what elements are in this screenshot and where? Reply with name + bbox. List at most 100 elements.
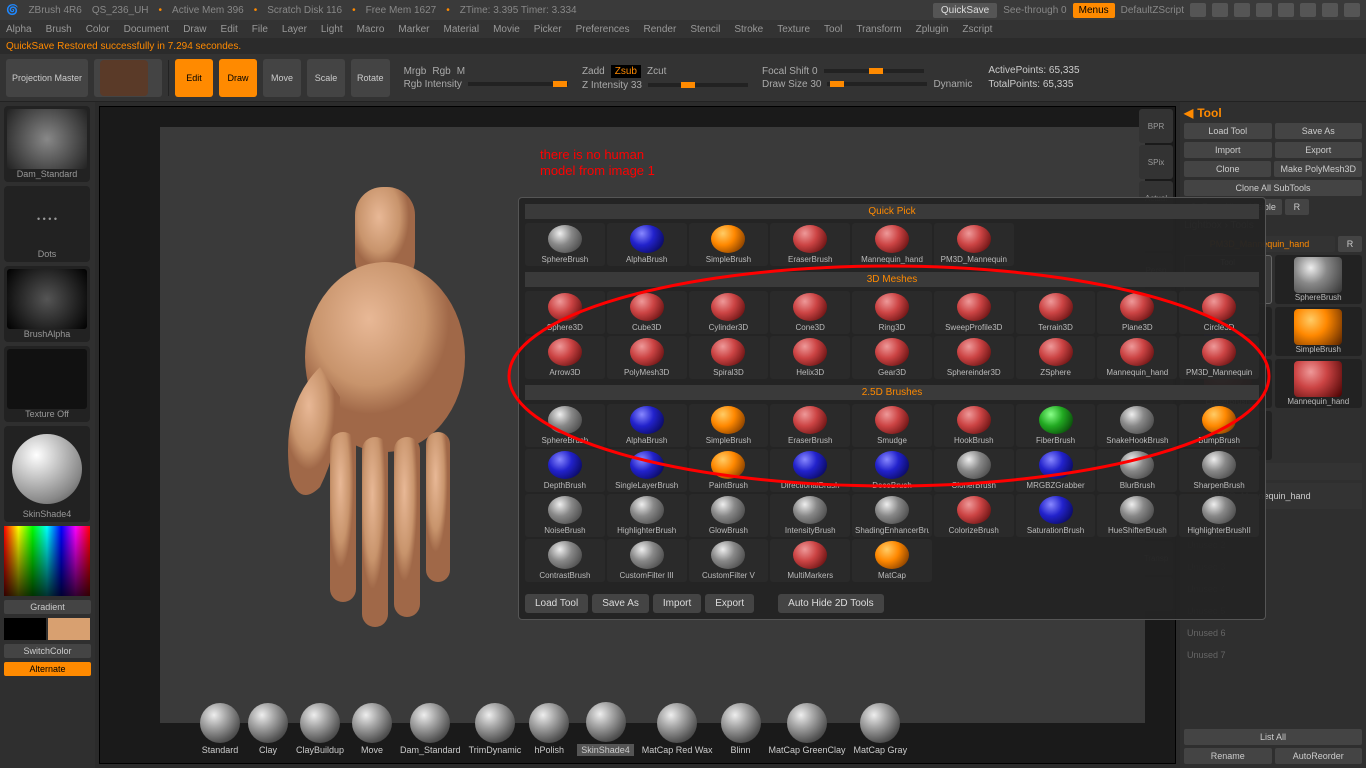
tool-MRGBZGrabber[interactable]: MRGBZGrabber: [1016, 449, 1096, 492]
zadd-toggle[interactable]: Zadd: [582, 66, 605, 77]
focal-shift-slider[interactable]: [824, 69, 924, 73]
tool-Helix3D[interactable]: Helix3D: [770, 336, 850, 379]
move-button[interactable]: Move: [263, 59, 301, 97]
tool-IntensityBrush[interactable]: IntensityBrush: [770, 494, 850, 537]
material-MatCap Red Wax[interactable]: MatCap Red Wax: [642, 703, 713, 755]
popup-import-button[interactable]: Import: [653, 594, 701, 613]
z-intensity-slider[interactable]: [648, 83, 748, 87]
tool-GlowBrush[interactable]: GlowBrush: [689, 494, 769, 537]
menu-transform[interactable]: Transform: [856, 24, 901, 35]
tool-Mannequin_hand[interactable]: Mannequin_hand: [1097, 336, 1177, 379]
material-hPolish[interactable]: hPolish: [529, 703, 569, 755]
tool-SharpenBrush[interactable]: SharpenBrush: [1179, 449, 1259, 492]
win-icon-2[interactable]: [1212, 3, 1228, 17]
menu-texture[interactable]: Texture: [777, 24, 810, 35]
rp-cloneall-button[interactable]: Clone All SubTools: [1184, 180, 1362, 196]
tool-PaintBrush[interactable]: PaintBrush: [689, 449, 769, 492]
tool-Cylinder3D[interactable]: Cylinder3D: [689, 291, 769, 334]
win-icon-1[interactable]: [1190, 3, 1206, 17]
projection-master-button[interactable]: Projection Master: [6, 59, 88, 97]
tool-Plane3D[interactable]: Plane3D: [1097, 291, 1177, 334]
alternate-button[interactable]: Alternate: [4, 662, 91, 676]
tool-CustomFilter V[interactable]: CustomFilter V: [689, 539, 769, 582]
tool-MatCap[interactable]: MatCap: [852, 539, 932, 582]
tool-PM3D_Mannequin[interactable]: PM3D_Mannequin: [934, 223, 1014, 266]
win-icon-4[interactable]: [1256, 3, 1272, 17]
menu-layer[interactable]: Layer: [282, 24, 307, 35]
material-Standard[interactable]: Standard: [200, 703, 240, 755]
tool-HighlighterBrush[interactable]: HighlighterBrush: [607, 494, 687, 537]
tool-SnakeHookBrush[interactable]: SnakeHookBrush: [1097, 404, 1177, 447]
tool-MultiMarkers[interactable]: MultiMarkers: [770, 539, 850, 582]
tool-ClonerBrush[interactable]: ClonerBrush: [934, 449, 1014, 492]
tool-SingleLayerBrush[interactable]: SingleLayerBrush: [607, 449, 687, 492]
menu-macro[interactable]: Macro: [357, 24, 385, 35]
menus-toggle[interactable]: Menus: [1073, 3, 1115, 18]
rgb-intensity-slider[interactable]: [468, 82, 568, 86]
tool-CustomFilter III[interactable]: CustomFilter III: [607, 539, 687, 582]
tool-Mannequin_hand[interactable]: Mannequin_hand: [852, 223, 932, 266]
m-toggle[interactable]: M: [457, 66, 465, 77]
tool-HueShifterBrush[interactable]: HueShifterBrush: [1097, 494, 1177, 537]
close-icon[interactable]: [1344, 3, 1360, 17]
tool-AlphaBrush[interactable]: AlphaBrush: [607, 404, 687, 447]
tool-Sphereinder3D[interactable]: Sphereinder3D: [934, 336, 1014, 379]
material-Clay[interactable]: Clay: [248, 703, 288, 755]
material-thumb[interactable]: SkinShade4: [4, 426, 90, 522]
tool-Terrain3D[interactable]: Terrain3D: [1016, 291, 1096, 334]
tool-BumpBrush[interactable]: BumpBrush: [1179, 404, 1259, 447]
material-Blinn[interactable]: Blinn: [721, 703, 761, 755]
material-Dam_Standard[interactable]: Dam_Standard: [400, 703, 461, 755]
tool-HookBrush[interactable]: HookBrush: [934, 404, 1014, 447]
material-Move[interactable]: Move: [352, 703, 392, 755]
material-SkinShade4[interactable]: SkinShade4: [577, 702, 634, 756]
tool-DecoBrush[interactable]: DecoBrush: [852, 449, 932, 492]
scale-button[interactable]: Scale: [307, 59, 345, 97]
zsub-toggle[interactable]: Zsub: [611, 65, 641, 78]
popup-load-button[interactable]: Load Tool: [525, 594, 588, 613]
menu-edit[interactable]: Edit: [221, 24, 238, 35]
menu-tool[interactable]: Tool: [824, 24, 842, 35]
rp-export-button[interactable]: Export: [1275, 142, 1363, 158]
color-secondary[interactable]: [48, 618, 90, 640]
tool-SimpleBrush[interactable]: SimpleBrush: [689, 404, 769, 447]
menu-picker[interactable]: Picker: [534, 24, 562, 35]
tool-Ring3D[interactable]: Ring3D: [852, 291, 932, 334]
tool-AlphaBrush[interactable]: AlphaBrush: [607, 223, 687, 266]
texture-thumb[interactable]: Texture Off: [4, 346, 90, 422]
material-MatCap GreenClay[interactable]: MatCap GreenClay: [769, 703, 846, 755]
tool-Arrow3D[interactable]: Arrow3D: [525, 336, 605, 379]
tool-ContrastBrush[interactable]: ContrastBrush: [525, 539, 605, 582]
menu-zplugin[interactable]: Zplugin: [916, 24, 949, 35]
material-ClayBuildup[interactable]: ClayBuildup: [296, 703, 344, 755]
menu-alpha[interactable]: Alpha: [6, 24, 32, 35]
canvas-strip-BPR[interactable]: BPR: [1139, 109, 1173, 143]
rp-tool-SimpleBrush[interactable]: SimpleBrush: [1275, 307, 1363, 356]
menu-stencil[interactable]: Stencil: [690, 24, 720, 35]
canvas[interactable]: there is no human model from image 1 BPR…: [99, 106, 1176, 764]
tool-SphereBrush[interactable]: SphereBrush: [525, 404, 605, 447]
menu-file[interactable]: File: [252, 24, 268, 35]
tool-Cone3D[interactable]: Cone3D: [770, 291, 850, 334]
maximize-icon[interactable]: [1322, 3, 1338, 17]
popup-export-button[interactable]: Export: [705, 594, 754, 613]
tool-EraserBrush[interactable]: EraserBrush: [770, 404, 850, 447]
win-icon-3[interactable]: [1234, 3, 1250, 17]
rgb-toggle[interactable]: Rgb: [432, 66, 450, 77]
tool-Spiral3D[interactable]: Spiral3D: [689, 336, 769, 379]
tool-Cube3D[interactable]: Cube3D: [607, 291, 687, 334]
tool-FiberBrush[interactable]: FiberBrush: [1016, 404, 1096, 447]
rp-import-button[interactable]: Import: [1184, 142, 1272, 158]
rp-r-button[interactable]: R: [1285, 199, 1309, 215]
rotate-button[interactable]: Rotate: [351, 59, 390, 97]
dynamic-label[interactable]: Dynamic: [933, 79, 972, 90]
tool-Circle3D[interactable]: Circle3D: [1179, 291, 1259, 334]
autoreorder-button[interactable]: AutoReorder: [1275, 748, 1363, 764]
zcut-toggle[interactable]: Zcut: [647, 66, 666, 77]
tool-HighlighterBrushII[interactable]: HighlighterBrushII: [1179, 494, 1259, 537]
lock-icon[interactable]: [1278, 3, 1294, 17]
rp-save-button[interactable]: Save As: [1275, 123, 1363, 139]
menu-color[interactable]: Color: [86, 24, 110, 35]
menu-render[interactable]: Render: [644, 24, 677, 35]
brush-thumb[interactable]: Dam_Standard: [4, 106, 90, 182]
